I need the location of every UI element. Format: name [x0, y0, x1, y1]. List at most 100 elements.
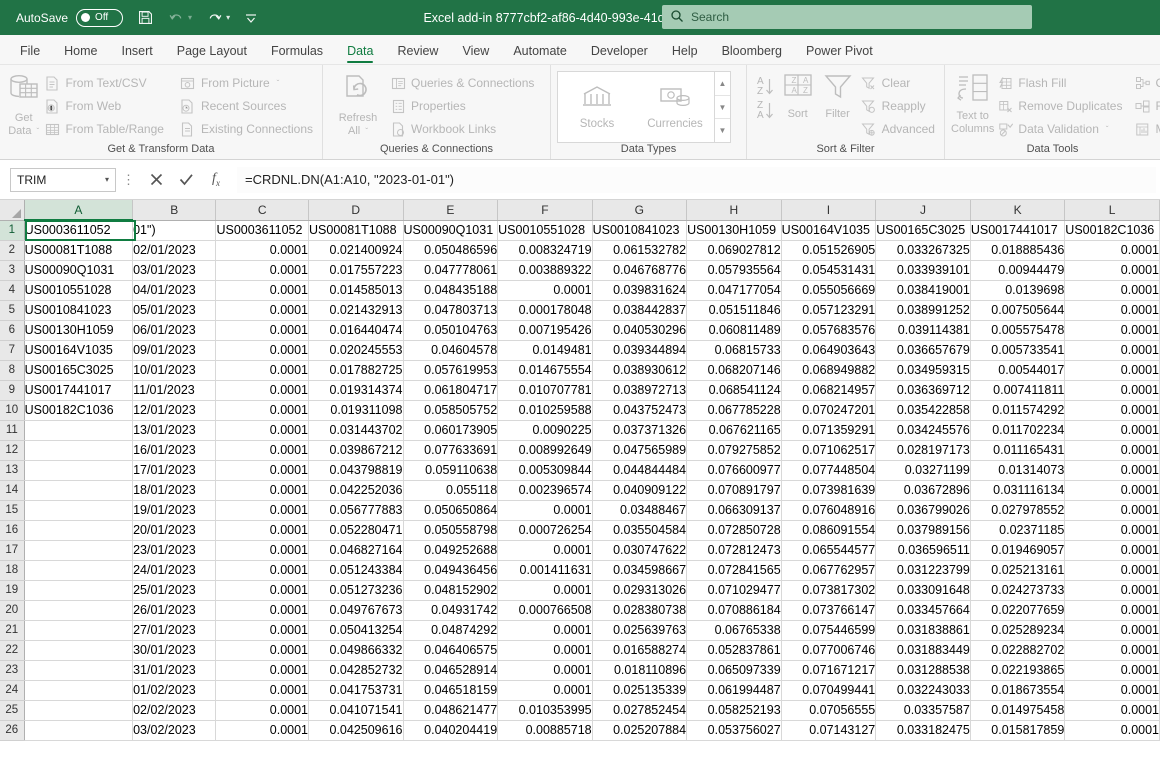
- cell-D9[interactable]: 0.019314374: [308, 380, 404, 401]
- cell-G15[interactable]: 0.03488467: [592, 500, 688, 521]
- refresh-all-caret-icon[interactable]: ˇ: [365, 127, 368, 136]
- cell-J25[interactable]: 0.03357587: [875, 700, 971, 721]
- row-header-21[interactable]: 21: [0, 620, 25, 641]
- cell-I16[interactable]: 0.086091554: [781, 520, 877, 541]
- cell-I13[interactable]: 0.077448504: [781, 460, 877, 481]
- cell-J22[interactable]: 0.031883449: [875, 640, 971, 661]
- cell-E26[interactable]: 0.040204419: [403, 720, 499, 741]
- cell-L15[interactable]: 0.0001: [1064, 500, 1160, 521]
- cell-D19[interactable]: 0.051273236: [308, 580, 404, 601]
- cell-H6[interactable]: 0.060811489: [686, 320, 782, 341]
- cell-J5[interactable]: 0.038991252: [875, 300, 971, 321]
- cell-K19[interactable]: 0.024273733: [970, 580, 1066, 601]
- cell-I24[interactable]: 0.070499441: [781, 680, 877, 701]
- remove-duplicates-button[interactable]: Remove Duplicates: [994, 95, 1125, 117]
- row-header-12[interactable]: 12: [0, 440, 25, 461]
- cell-A5[interactable]: US0010841023: [24, 300, 134, 321]
- cell-K9[interactable]: 0.007411811: [970, 380, 1066, 401]
- cell-I5[interactable]: 0.057123291: [781, 300, 877, 321]
- cell-C23[interactable]: 0.0001: [215, 660, 309, 681]
- cell-A7[interactable]: US00164V1035: [24, 340, 134, 361]
- cell-F2[interactable]: 0.008324719: [497, 240, 593, 261]
- cell-C26[interactable]: 0.0001: [215, 720, 309, 741]
- cell-C2[interactable]: 0.0001: [215, 240, 309, 261]
- cell-D10[interactable]: 0.019311098: [308, 400, 404, 421]
- cell-A8[interactable]: US00165C3025: [24, 360, 134, 381]
- cell-E3[interactable]: 0.047778061: [403, 260, 499, 281]
- row-header-23[interactable]: 23: [0, 660, 25, 681]
- gallery-more-icon[interactable]: ▼: [715, 119, 730, 142]
- cell-I14[interactable]: 0.073981639: [781, 480, 877, 501]
- sort-button[interactable]: ZAAZ Sort: [778, 69, 818, 121]
- cell-A1[interactable]: US0003611052: [24, 220, 134, 241]
- cell-C8[interactable]: 0.0001: [215, 360, 309, 381]
- cell-H25[interactable]: 0.058252193: [686, 700, 782, 721]
- cell-H2[interactable]: 0.069027812: [686, 240, 782, 261]
- cell-B18[interactable]: 24/01/2023: [132, 560, 217, 581]
- cell-A16[interactable]: [24, 520, 134, 541]
- cell-K15[interactable]: 0.027978552: [970, 500, 1066, 521]
- tab-bloomberg[interactable]: Bloomberg: [710, 44, 794, 64]
- cell-A23[interactable]: [24, 660, 134, 681]
- data-validation-button[interactable]: Data Validation ˇ: [994, 118, 1125, 140]
- cell-D16[interactable]: 0.052280471: [308, 520, 404, 541]
- cell-B23[interactable]: 31/01/2023: [132, 660, 217, 681]
- cell-D7[interactable]: 0.020245553: [308, 340, 404, 361]
- cell-I22[interactable]: 0.077006746: [781, 640, 877, 661]
- cell-L21[interactable]: 0.0001: [1064, 620, 1160, 641]
- text-to-columns-button[interactable]: Text to Columns: [951, 69, 994, 136]
- cell-K11[interactable]: 0.011702234: [970, 420, 1066, 441]
- cell-G10[interactable]: 0.043752473: [592, 400, 688, 421]
- undo-caret-icon[interactable]: ▾: [188, 13, 192, 22]
- cell-L20[interactable]: 0.0001: [1064, 600, 1160, 621]
- column-header-j[interactable]: J: [875, 200, 971, 221]
- cell-C24[interactable]: 0.0001: [215, 680, 309, 701]
- cell-C3[interactable]: 0.0001: [215, 260, 309, 281]
- cell-A14[interactable]: [24, 480, 134, 501]
- row-header-2[interactable]: 2: [0, 240, 25, 261]
- cell-A26[interactable]: [24, 720, 134, 741]
- cell-A18[interactable]: [24, 560, 134, 581]
- cell-E13[interactable]: 0.059110638: [403, 460, 499, 481]
- customize-quick-access-icon[interactable]: [244, 12, 258, 24]
- row-header-26[interactable]: 26: [0, 720, 25, 741]
- cell-B6[interactable]: 06/01/2023: [132, 320, 217, 341]
- cell-A17[interactable]: [24, 540, 134, 561]
- cell-G24[interactable]: 0.025135339: [592, 680, 688, 701]
- cell-I18[interactable]: 0.067762957: [781, 560, 877, 581]
- cell-E4[interactable]: 0.048435188: [403, 280, 499, 301]
- cell-A3[interactable]: US00090Q1031: [24, 260, 134, 281]
- cell-G26[interactable]: 0.025207884: [592, 720, 688, 741]
- cell-K18[interactable]: 0.025213161: [970, 560, 1066, 581]
- cell-F23[interactable]: 0.0001: [497, 660, 593, 681]
- cell-D24[interactable]: 0.041753731: [308, 680, 404, 701]
- cell-E8[interactable]: 0.057619953: [403, 360, 499, 381]
- cell-L5[interactable]: 0.0001: [1064, 300, 1160, 321]
- cell-H4[interactable]: 0.047177054: [686, 280, 782, 301]
- cell-J9[interactable]: 0.036369712: [875, 380, 971, 401]
- cell-D20[interactable]: 0.049767673: [308, 600, 404, 621]
- cell-K2[interactable]: 0.018885436: [970, 240, 1066, 261]
- tab-help[interactable]: Help: [660, 44, 710, 64]
- cell-D11[interactable]: 0.031443702: [308, 420, 404, 441]
- cell-L26[interactable]: 0.0001: [1064, 720, 1160, 741]
- cell-B3[interactable]: 03/01/2023: [132, 260, 217, 281]
- cell-L9[interactable]: 0.0001: [1064, 380, 1160, 401]
- cell-C16[interactable]: 0.0001: [215, 520, 309, 541]
- cell-G21[interactable]: 0.025639763: [592, 620, 688, 641]
- row-header-19[interactable]: 19: [0, 580, 25, 601]
- cell-J24[interactable]: 0.032243033: [875, 680, 971, 701]
- redo-icon[interactable]: ▾: [206, 10, 230, 25]
- cell-C5[interactable]: 0.0001: [215, 300, 309, 321]
- undo-icon[interactable]: ▾: [168, 10, 192, 25]
- cell-B15[interactable]: 19/01/2023: [132, 500, 217, 521]
- sort-descending-button[interactable]: ZA: [757, 101, 774, 121]
- cell-J18[interactable]: 0.031223799: [875, 560, 971, 581]
- cell-B11[interactable]: 13/01/2023: [132, 420, 217, 441]
- cell-G13[interactable]: 0.044844484: [592, 460, 688, 481]
- queries-connections-button[interactable]: Queries & Connections: [387, 72, 537, 94]
- cell-B19[interactable]: 25/01/2023: [132, 580, 217, 601]
- cell-E7[interactable]: 0.04604578: [403, 340, 499, 361]
- currencies-button[interactable]: Currencies: [636, 72, 714, 142]
- row-header-3[interactable]: 3: [0, 260, 25, 281]
